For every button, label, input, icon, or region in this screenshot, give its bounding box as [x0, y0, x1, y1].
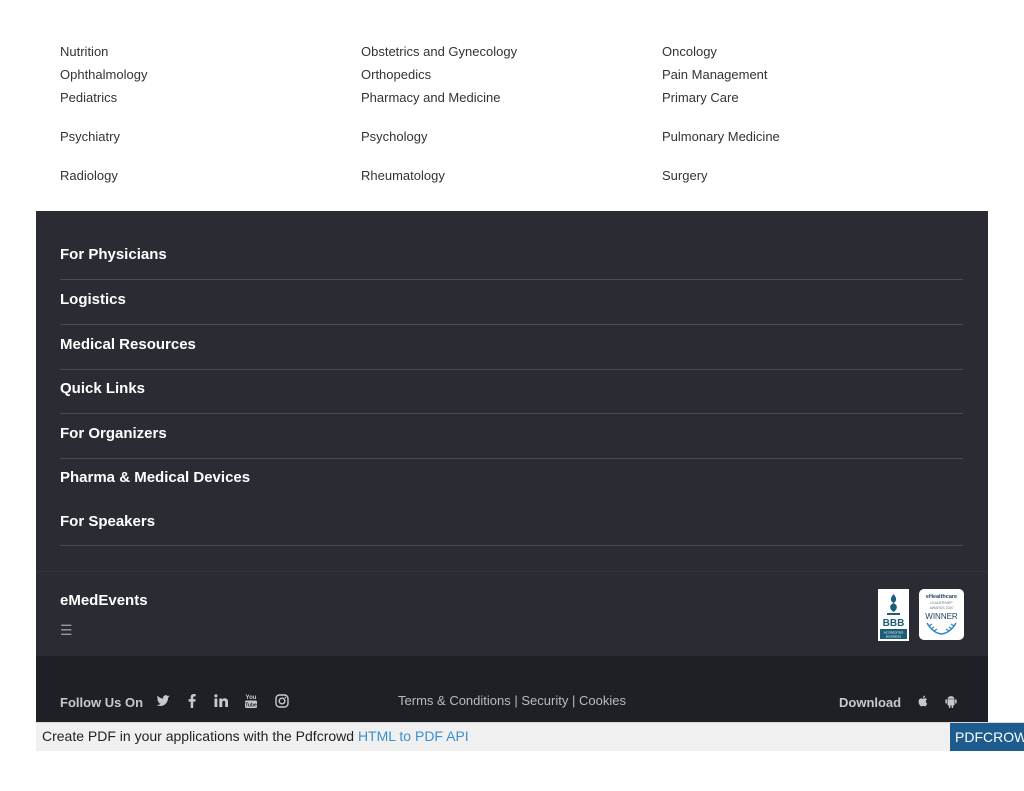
security-link[interactable]: Security: [521, 693, 568, 708]
specialties-row: Psychiatry Psychology Pulmonary Medicine: [60, 129, 964, 147]
svg-text:AWARDS 2020: AWARDS 2020: [930, 606, 954, 610]
divider: [60, 279, 963, 280]
specialties-row: Ophthalmology Orthopedics Pain Managemen…: [60, 67, 964, 85]
award-laurel-icon: eHealthcare LEADERSHIP AWARDS 2020 WINNE…: [925, 594, 958, 635]
bbb-logo-icon: BBB ACCREDITED BUSINESS: [878, 589, 909, 641]
specialty-link[interactable]: Radiology: [60, 168, 118, 183]
brand-bar: eMedEvents ☰ BBB ACCREDITED BUSINESS eHe…: [36, 571, 988, 657]
specialty-link[interactable]: Surgery: [662, 168, 708, 183]
specialty-link[interactable]: Obstetrics and Gynecology: [361, 44, 517, 59]
specialty-link[interactable]: Pediatrics: [60, 90, 117, 105]
accordion-label: Pharma & Medical Devices: [60, 469, 251, 486]
apple-icon[interactable]: [916, 694, 930, 708]
accordion-for-speakers[interactable]: For Speakers: [60, 513, 963, 557]
ehealthcare-award-badge[interactable]: eHealthcare LEADERSHIP AWARDS 2020 WINNE…: [919, 589, 964, 640]
download-label: Download: [839, 695, 902, 710]
specialty-link[interactable]: Psychology: [361, 129, 427, 144]
accordion-for-organizers[interactable]: For Organizers: [60, 425, 963, 469]
android-icon[interactable]: [944, 694, 958, 708]
accordion-label: Medical Resources: [60, 336, 196, 353]
specialty-link[interactable]: Primary Care: [662, 90, 739, 105]
divider: [60, 413, 963, 414]
specialty-link[interactable]: Ophthalmology: [60, 67, 147, 82]
specialty-link[interactable]: Oncology: [662, 44, 717, 59]
accordion-logistics[interactable]: Logistics: [60, 291, 963, 335]
html-to-pdf-link[interactable]: HTML to PDF API: [358, 728, 469, 744]
divider: [60, 545, 963, 546]
specialty-link[interactable]: Rheumatology: [361, 168, 445, 183]
banner-text: Create PDF in your applications with the…: [42, 728, 469, 744]
specialty-link[interactable]: Orthopedics: [361, 67, 431, 82]
specialty-link[interactable]: Pain Management: [662, 67, 768, 82]
bottom-bar: Follow Us On You Tube Terms & Conditions…: [36, 656, 988, 722]
svg-text:WINNER: WINNER: [925, 612, 958, 621]
pdfcrowd-banner: Create PDF in your applications with the…: [36, 722, 1024, 751]
accordion-quick-links[interactable]: Quick Links: [60, 380, 963, 424]
specialties-row: Nutrition Obstetrics and Gynecology Onco…: [60, 44, 964, 62]
accordion-pharma-medical-devices[interactable]: Pharma & Medical Devices: [60, 469, 963, 513]
divider: [60, 369, 963, 370]
specialty-link[interactable]: Nutrition: [60, 44, 108, 59]
specialties-row: Radiology Rheumatology Surgery: [60, 168, 964, 186]
pdfcrowd-logo[interactable]: PDFCROWD: [950, 723, 1024, 751]
accordion-label: Logistics: [60, 291, 126, 308]
footer-accordion: For Physicians Logistics Medical Resourc…: [36, 211, 988, 571]
accordion-label: Quick Links: [60, 380, 146, 397]
specialty-link[interactable]: Psychiatry: [60, 129, 120, 144]
accordion-for-physicians[interactable]: For Physicians: [60, 246, 963, 290]
separator: |: [514, 693, 518, 708]
svg-text:BUSINESS: BUSINESS: [886, 635, 901, 639]
specialty-link[interactable]: Pharmacy and Medicine: [361, 90, 500, 105]
separator: |: [571, 693, 576, 708]
accordion-label: For Speakers: [60, 513, 156, 530]
hamburger-menu-icon[interactable]: ☰: [60, 623, 73, 637]
svg-text:LEADERSHIP: LEADERSHIP: [930, 601, 953, 605]
divider: [60, 458, 963, 459]
brand-name[interactable]: eMedEvents: [60, 592, 148, 609]
specialty-link[interactable]: Pulmonary Medicine: [662, 129, 780, 144]
accordion-label: For Organizers: [60, 425, 167, 442]
svg-text:BBB: BBB: [883, 618, 905, 629]
svg-text:eHealthcare: eHealthcare: [926, 594, 957, 600]
cookies-link[interactable]: Cookies: [579, 693, 626, 708]
accordion-label: For Physicians: [60, 246, 167, 263]
accordion-medical-resources[interactable]: Medical Resources: [60, 336, 963, 380]
bbb-accreditation-badge[interactable]: BBB ACCREDITED BUSINESS: [878, 589, 909, 641]
terms-link[interactable]: Terms & Conditions: [398, 693, 511, 708]
specialties-row: Pediatrics Pharmacy and Medicine Primary…: [60, 90, 964, 108]
divider: [60, 324, 963, 325]
